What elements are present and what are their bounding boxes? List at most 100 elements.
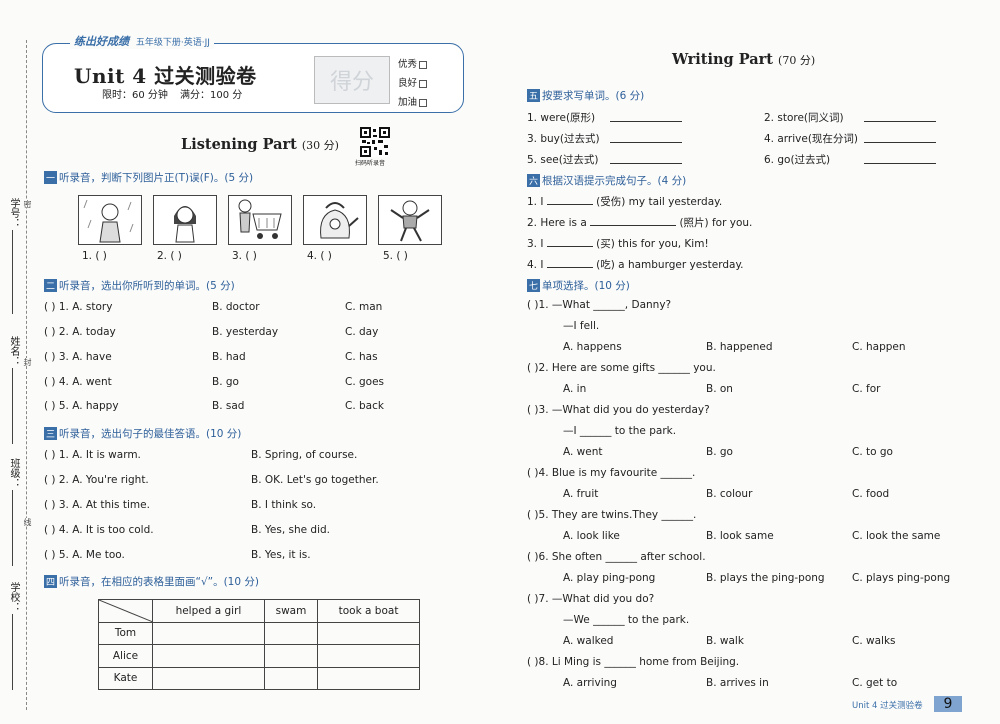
- full-score: 满分：100 分: [180, 90, 243, 101]
- s2-question[interactable]: ( ) 3. A. have: [44, 351, 112, 363]
- table-column-header: swam: [263, 599, 319, 623]
- s7-option-a: A. in: [563, 383, 587, 395]
- s6-item: 1. I (受伤) my tail yesterday.: [527, 196, 723, 208]
- table-cell[interactable]: [317, 621, 420, 645]
- grade-good[interactable]: 良好: [398, 74, 428, 93]
- boy-icon: [390, 200, 430, 242]
- s2-option-b: B. yesterday: [212, 326, 279, 338]
- s2-option-c: C. goes: [345, 376, 385, 388]
- listening-title: Listening Part (30 分): [181, 136, 339, 153]
- table-cell[interactable]: [317, 644, 420, 668]
- girl-icon: [174, 206, 196, 243]
- class-label: 班级：: [8, 458, 19, 488]
- s7-question[interactable]: ( )4. Blue is my favourite ______.: [527, 467, 695, 479]
- section-1-title: 一听录音，判断下列图片正(T)误(F)。(5 分): [44, 171, 254, 184]
- s5-item: 1. were(原形): [527, 112, 596, 124]
- s7-option-b: B. arrives in: [706, 677, 769, 689]
- table-cell[interactable]: [152, 621, 265, 645]
- table-column-header: helped a girl: [152, 599, 265, 623]
- series-label: 五年级下册·英语·JJ: [135, 38, 210, 48]
- answer-blank-4[interactable]: 4. ( ): [307, 250, 332, 262]
- s3-option-b: B. OK. Let's go together.: [251, 474, 379, 486]
- s5-answer-line[interactable]: [610, 163, 682, 164]
- table-cell[interactable]: [317, 666, 420, 690]
- table-row: Tom: [98, 621, 420, 645]
- cut-line: [26, 40, 27, 710]
- cut-mark-line: 线: [22, 518, 33, 526]
- answer-blank-2[interactable]: 2. ( ): [157, 250, 182, 262]
- checkbox[interactable]: [419, 79, 428, 88]
- name-label: 姓名：: [8, 336, 19, 366]
- s5-answer-line[interactable]: [864, 142, 936, 143]
- table-header-row: helped a girl swam took a boat: [98, 599, 420, 623]
- s3-question[interactable]: ( ) 5. A. Me too.: [44, 549, 125, 561]
- answer-blank-1[interactable]: 1. ( ): [82, 250, 107, 262]
- table-row: Alice: [98, 644, 420, 668]
- s2-option-b: B. go: [212, 376, 239, 388]
- s7-question[interactable]: ( )6. She often ______ after school.: [527, 551, 706, 563]
- s7-question[interactable]: ( )2. Here are some gifts ______ you.: [527, 362, 716, 374]
- table-row: Kate: [98, 666, 420, 690]
- cut-mark-seal: 密: [22, 200, 33, 208]
- s7-question[interactable]: ( )1. —What ______, Danny?: [527, 299, 671, 311]
- s7-question[interactable]: ( )8. Li Ming is ______ home from Beijin…: [527, 656, 739, 668]
- s2-question[interactable]: ( ) 1. A. story: [44, 301, 112, 313]
- s5-answer-line[interactable]: [864, 163, 936, 164]
- s7-question[interactable]: ( )5. They are twins.They ______.: [527, 509, 696, 521]
- page-number: 9: [934, 696, 962, 712]
- s7-response: —I fell.: [563, 320, 600, 332]
- s7-question[interactable]: ( )7. —What did you do?: [527, 593, 654, 605]
- s6-answer-line[interactable]: [546, 267, 593, 268]
- s6-answer-line[interactable]: [546, 204, 593, 205]
- section-4-title: 四听录音，在相应的表格里面画“√”。(10 分): [44, 575, 259, 588]
- s2-question[interactable]: ( ) 2. A. today: [44, 326, 116, 338]
- s7-option-a: A. arriving: [563, 677, 617, 689]
- answer-blank-3[interactable]: 3. ( ): [232, 250, 257, 262]
- page-title: Unit 4 过关测验卷: [74, 64, 257, 88]
- section-5-title: 五按要求写单词。(6 分): [527, 89, 645, 102]
- answer-blank-5[interactable]: 5. ( ): [383, 250, 408, 262]
- section-3-title: 三听录音，选出句子的最佳答语。(10 分): [44, 427, 242, 440]
- grade-excellent[interactable]: 优秀: [398, 55, 428, 74]
- checkbox[interactable]: [419, 98, 428, 107]
- section-2-title: 二听录音，选出你所听到的单词。(5 分): [44, 279, 235, 292]
- s5-answer-line[interactable]: [610, 121, 682, 122]
- s7-option-c: C. to go: [852, 446, 893, 458]
- s6-answer-line[interactable]: [590, 225, 677, 226]
- grade-checkboxes: 优秀 良好 加油: [398, 55, 428, 112]
- time-limit: 限时：60 分钟: [102, 90, 168, 101]
- table-cell[interactable]: [263, 644, 319, 668]
- s5-item: 4. arrive(现在分词): [764, 133, 859, 145]
- s7-option-b: B. happened: [706, 341, 773, 353]
- table-cell[interactable]: [263, 666, 319, 690]
- s7-option-b: B. colour: [706, 488, 753, 500]
- s6-answer-line[interactable]: [546, 246, 593, 247]
- s2-question[interactable]: ( ) 5. A. happy: [44, 400, 119, 412]
- s5-answer-line[interactable]: [864, 121, 936, 122]
- name-line: [12, 368, 13, 444]
- s3-question[interactable]: ( ) 3. A. At this time.: [44, 499, 150, 511]
- student-id-label: 学号：: [8, 198, 19, 228]
- picture-5: [378, 195, 442, 245]
- s7-response: —I ______ to the park.: [563, 425, 677, 437]
- s5-item: 3. buy(过去式): [527, 133, 600, 145]
- diagonal-line-icon: [99, 600, 153, 622]
- grade-try[interactable]: 加油: [398, 93, 428, 112]
- s7-option-c: C. plays ping-pong: [852, 572, 951, 584]
- s3-question[interactable]: ( ) 4. A. It is too cold.: [44, 524, 154, 536]
- checkbox[interactable]: [419, 60, 428, 69]
- s3-question[interactable]: ( ) 2. A. You're right.: [44, 474, 149, 486]
- table-cell[interactable]: [152, 666, 265, 690]
- writing-title: Writing Part (70 分): [672, 51, 816, 68]
- brand-bar: 练出好成绩 五年级下册·英语·JJ: [70, 33, 214, 49]
- footer-label: Unit 4 过关测验卷: [852, 701, 923, 711]
- s5-answer-line[interactable]: [610, 142, 682, 143]
- s7-question[interactable]: ( )3. —What did you do yesterday?: [527, 404, 710, 416]
- section-7-title: 七单项选择。(10 分): [527, 279, 630, 292]
- table-cell[interactable]: [152, 644, 265, 668]
- s5-item: 2. store(同义词): [764, 112, 844, 124]
- table-cell[interactable]: [263, 621, 319, 645]
- s6-item: 3. I (买) this for you, Kim!: [527, 238, 709, 250]
- s2-question[interactable]: ( ) 4. A. went: [44, 376, 112, 388]
- s3-question[interactable]: ( ) 1. A. It is warm.: [44, 449, 141, 461]
